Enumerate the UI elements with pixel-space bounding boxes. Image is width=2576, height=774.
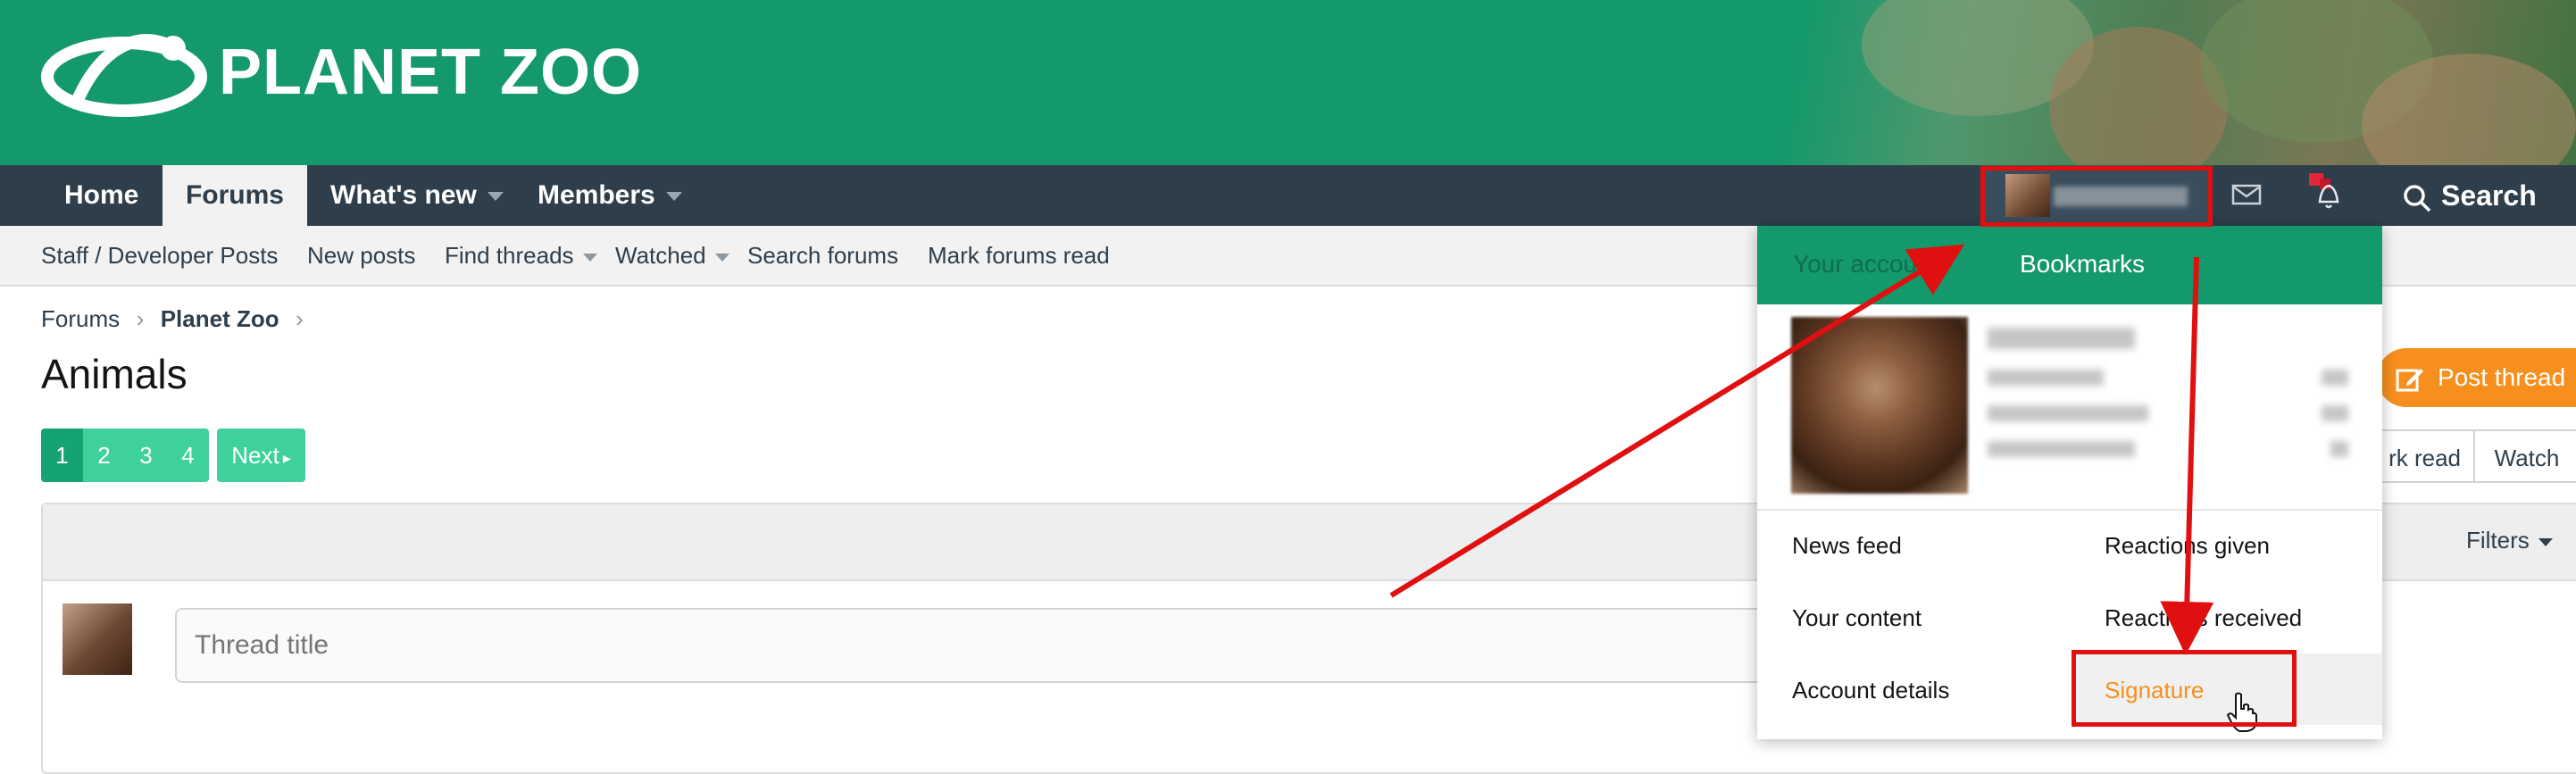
breadcrumb-item-planet-zoo[interactable]: Planet Zoo xyxy=(161,305,279,332)
nav-tab-home[interactable]: Home xyxy=(64,165,138,226)
bell-icon[interactable] xyxy=(2309,173,2348,217)
divider xyxy=(1757,509,2382,511)
subnav-watched[interactable]: Watched xyxy=(615,226,729,285)
avatar xyxy=(63,603,132,675)
planet-zoo-logo-icon[interactable] xyxy=(39,21,209,133)
nav-tab-whats-new[interactable]: What's new xyxy=(330,165,504,226)
search-icon xyxy=(2404,184,2431,212)
user-stat-value-redacted xyxy=(2322,370,2348,386)
nav-tab-forums[interactable]: Forums xyxy=(163,165,307,226)
subnav-label: Watched xyxy=(615,242,706,269)
watch-button[interactable]: Watch xyxy=(2473,429,2576,483)
subnav-find-threads[interactable]: Find threads xyxy=(445,226,597,285)
breadcrumb: Forums › Planet Zoo › xyxy=(41,305,304,333)
breadcrumb-item-forums[interactable]: Forums xyxy=(41,305,120,332)
annotation-highlight-box xyxy=(2072,650,2297,727)
annotation-highlight-box xyxy=(1980,166,2213,227)
subnav-mark-forums-read[interactable]: Mark forums read xyxy=(928,226,1110,285)
edit-icon xyxy=(2396,368,2423,392)
site-logo-text[interactable]: PLANET ZOO xyxy=(219,36,642,109)
nav-search-button[interactable]: Search xyxy=(2402,165,2537,226)
page-link-1[interactable]: 1 xyxy=(41,429,83,482)
filters-label: Filters xyxy=(2466,527,2530,553)
chevron-down-icon[interactable] xyxy=(665,192,682,202)
subnav-label: Find threads xyxy=(445,242,574,269)
subnav-new-posts[interactable]: New posts xyxy=(307,226,415,285)
envelope-icon[interactable] xyxy=(2230,179,2263,215)
chevron-right-icon: › xyxy=(296,305,304,332)
filters-dropdown[interactable]: Filters xyxy=(2466,527,2553,554)
nav-tab-label: Members xyxy=(538,180,655,210)
user-stat-value-redacted xyxy=(2322,405,2348,421)
user-stat-value-redacted xyxy=(2330,441,2348,457)
next-page-button[interactable]: Next ▸ xyxy=(217,429,305,482)
next-label: Next xyxy=(231,442,279,469)
header-banner-image xyxy=(1630,0,2576,165)
chevron-down-icon[interactable] xyxy=(714,253,729,262)
chevron-down-icon[interactable] xyxy=(582,253,597,262)
page-link-4[interactable]: 4 xyxy=(167,429,209,482)
nav-tab-members[interactable]: Members xyxy=(538,165,682,226)
chevron-down-icon[interactable] xyxy=(487,192,504,202)
subnav-staff-developer-posts[interactable]: Staff / Developer Posts xyxy=(41,226,278,285)
user-stat-redacted xyxy=(1988,441,2135,457)
user-stat-redacted xyxy=(1988,405,2148,421)
avatar[interactable] xyxy=(1791,317,1968,494)
tab-bookmarks[interactable]: Bookmarks xyxy=(2020,250,2145,279)
page-title: Animals xyxy=(41,351,188,397)
tab-your-account[interactable]: Your account xyxy=(1793,250,1938,279)
post-thread-button[interactable]: Post thread xyxy=(2377,348,2576,407)
nav-tab-label: Forums xyxy=(185,180,284,210)
chevron-down-icon xyxy=(2538,537,2553,546)
menu-item-reactions-given[interactable]: Reactions given xyxy=(2105,532,2270,560)
menu-item-your-content[interactable]: Your content xyxy=(1792,604,1922,632)
page-link-3[interactable]: 3 xyxy=(125,429,167,482)
page-link-2[interactable]: 2 xyxy=(83,429,125,482)
caret-right-icon: ▸ xyxy=(282,449,291,467)
nav-search-label: Search xyxy=(2441,179,2537,212)
menu-item-account-details[interactable]: Account details xyxy=(1792,677,1949,704)
nav-tab-label: What's new xyxy=(330,180,477,210)
chevron-right-icon: › xyxy=(136,305,145,332)
menu-item-reactions-received[interactable]: Reactions received xyxy=(2105,604,2302,632)
post-thread-label: Post thread xyxy=(2438,363,2566,391)
subnav-search-forums[interactable]: Search forums xyxy=(747,226,898,285)
username-redacted xyxy=(1988,328,2135,349)
menu-item-news-feed[interactable]: News feed xyxy=(1792,532,1902,560)
nav-tab-label: Home xyxy=(64,180,139,210)
user-title-redacted xyxy=(1988,370,2104,386)
